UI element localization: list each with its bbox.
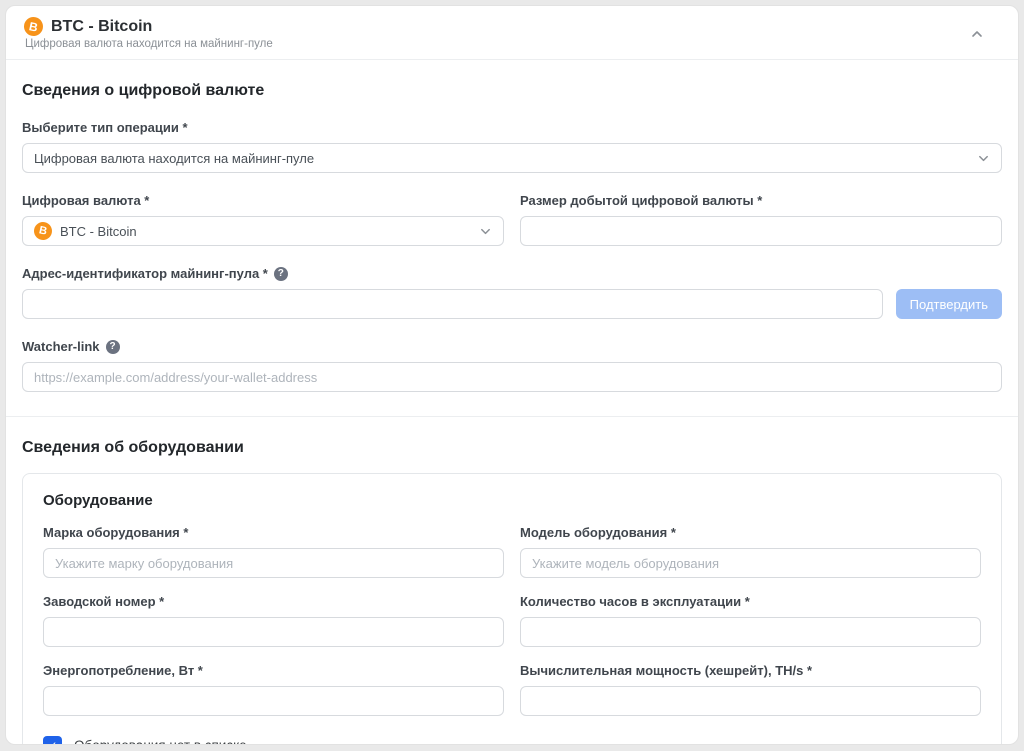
accordion-title: BTC - Bitcoin	[51, 18, 152, 36]
btc-accordion-card: B BTC - Bitcoin Цифровая валюта находитс…	[5, 5, 1019, 745]
accordion-subtitle: Цифровая валюта находится на майнинг-пул…	[25, 38, 970, 50]
chevron-up-icon[interactable]	[970, 27, 984, 41]
equipment-card: Оборудование Марка оборудования * Модель…	[22, 473, 1002, 745]
equipment-serial-input[interactable]	[43, 617, 504, 647]
equipment-hours-label: Количество часов в эксплуатации *	[520, 594, 981, 609]
equipment-power-label: Энергопотребление, Вт *	[43, 663, 504, 678]
not-in-list-checkbox-row[interactable]: ✓ Оборудования нет в списке	[43, 736, 981, 745]
operation-type-select[interactable]: Цифровая валюта находится на майнинг-пул…	[22, 143, 1002, 173]
equipment-model-field: Модель оборудования *	[520, 509, 981, 578]
currency-select[interactable]: B BTC - Bitcoin	[22, 216, 504, 246]
equipment-brand-label: Марка оборудования *	[43, 525, 504, 540]
help-icon[interactable]: ?	[274, 267, 288, 281]
equipment-section-heading: Сведения об оборудовании	[22, 439, 1002, 457]
operation-type-label: Выберите тип операции *	[22, 120, 1002, 135]
equipment-hashrate-field: Вычислительная мощность (хешрейт), TH/s …	[520, 647, 981, 716]
currency-label: Цифровая валюта *	[22, 193, 504, 208]
equipment-hashrate-label: Вычислительная мощность (хешрейт), TH/s …	[520, 663, 981, 678]
pool-address-input[interactable]	[22, 289, 883, 319]
mined-amount-field: Размер добытой цифровой валюты *	[520, 173, 1002, 246]
accordion-header[interactable]: B BTC - Bitcoin Цифровая валюта находитс…	[6, 6, 1018, 60]
currency-field: Цифровая валюта * B BTC - Bitcoin	[22, 173, 504, 246]
section-divider	[6, 416, 1018, 417]
equipment-hashrate-input[interactable]	[520, 686, 981, 716]
bitcoin-icon: B	[22, 15, 45, 38]
confirm-button[interactable]: Подтвердить	[896, 289, 1002, 319]
equipment-brand-input[interactable]	[43, 548, 504, 578]
watcher-link-input[interactable]	[22, 362, 1002, 392]
equipment-model-input[interactable]	[520, 548, 981, 578]
chevron-down-icon	[479, 225, 492, 238]
operation-type-value: Цифровая валюта находится на майнинг-пул…	[34, 151, 969, 166]
bitcoin-icon: B	[32, 220, 53, 241]
currency-section-heading: Сведения о цифровой валюте	[22, 82, 1002, 100]
watcher-link-label: Watcher-link ?	[22, 339, 1002, 354]
equipment-brand-field: Марка оборудования *	[43, 509, 504, 578]
pool-address-label: Адрес-идентификатор майнинг-пула * ?	[22, 266, 1002, 281]
equipment-hours-field: Количество часов в эксплуатации *	[520, 578, 981, 647]
not-in-list-checkbox-label: Оборудования нет в списке	[74, 738, 247, 745]
equipment-serial-label: Заводской номер *	[43, 594, 504, 609]
equipment-serial-field: Заводской номер *	[43, 578, 504, 647]
chevron-down-icon	[977, 152, 990, 165]
mined-amount-input[interactable]	[520, 216, 1002, 246]
equipment-card-title: Оборудование	[43, 492, 981, 509]
accordion-header-text: B BTC - Bitcoin Цифровая валюта находитс…	[24, 17, 970, 50]
mined-amount-label: Размер добытой цифровой валюты *	[520, 193, 1002, 208]
checkbox-checked-icon[interactable]: ✓	[43, 736, 62, 745]
currency-value: BTC - Bitcoin	[60, 224, 471, 239]
equipment-power-input[interactable]	[43, 686, 504, 716]
equipment-power-field: Энергопотребление, Вт *	[43, 647, 504, 716]
help-icon[interactable]: ?	[106, 340, 120, 354]
equipment-model-label: Модель оборудования *	[520, 525, 981, 540]
equipment-hours-input[interactable]	[520, 617, 981, 647]
